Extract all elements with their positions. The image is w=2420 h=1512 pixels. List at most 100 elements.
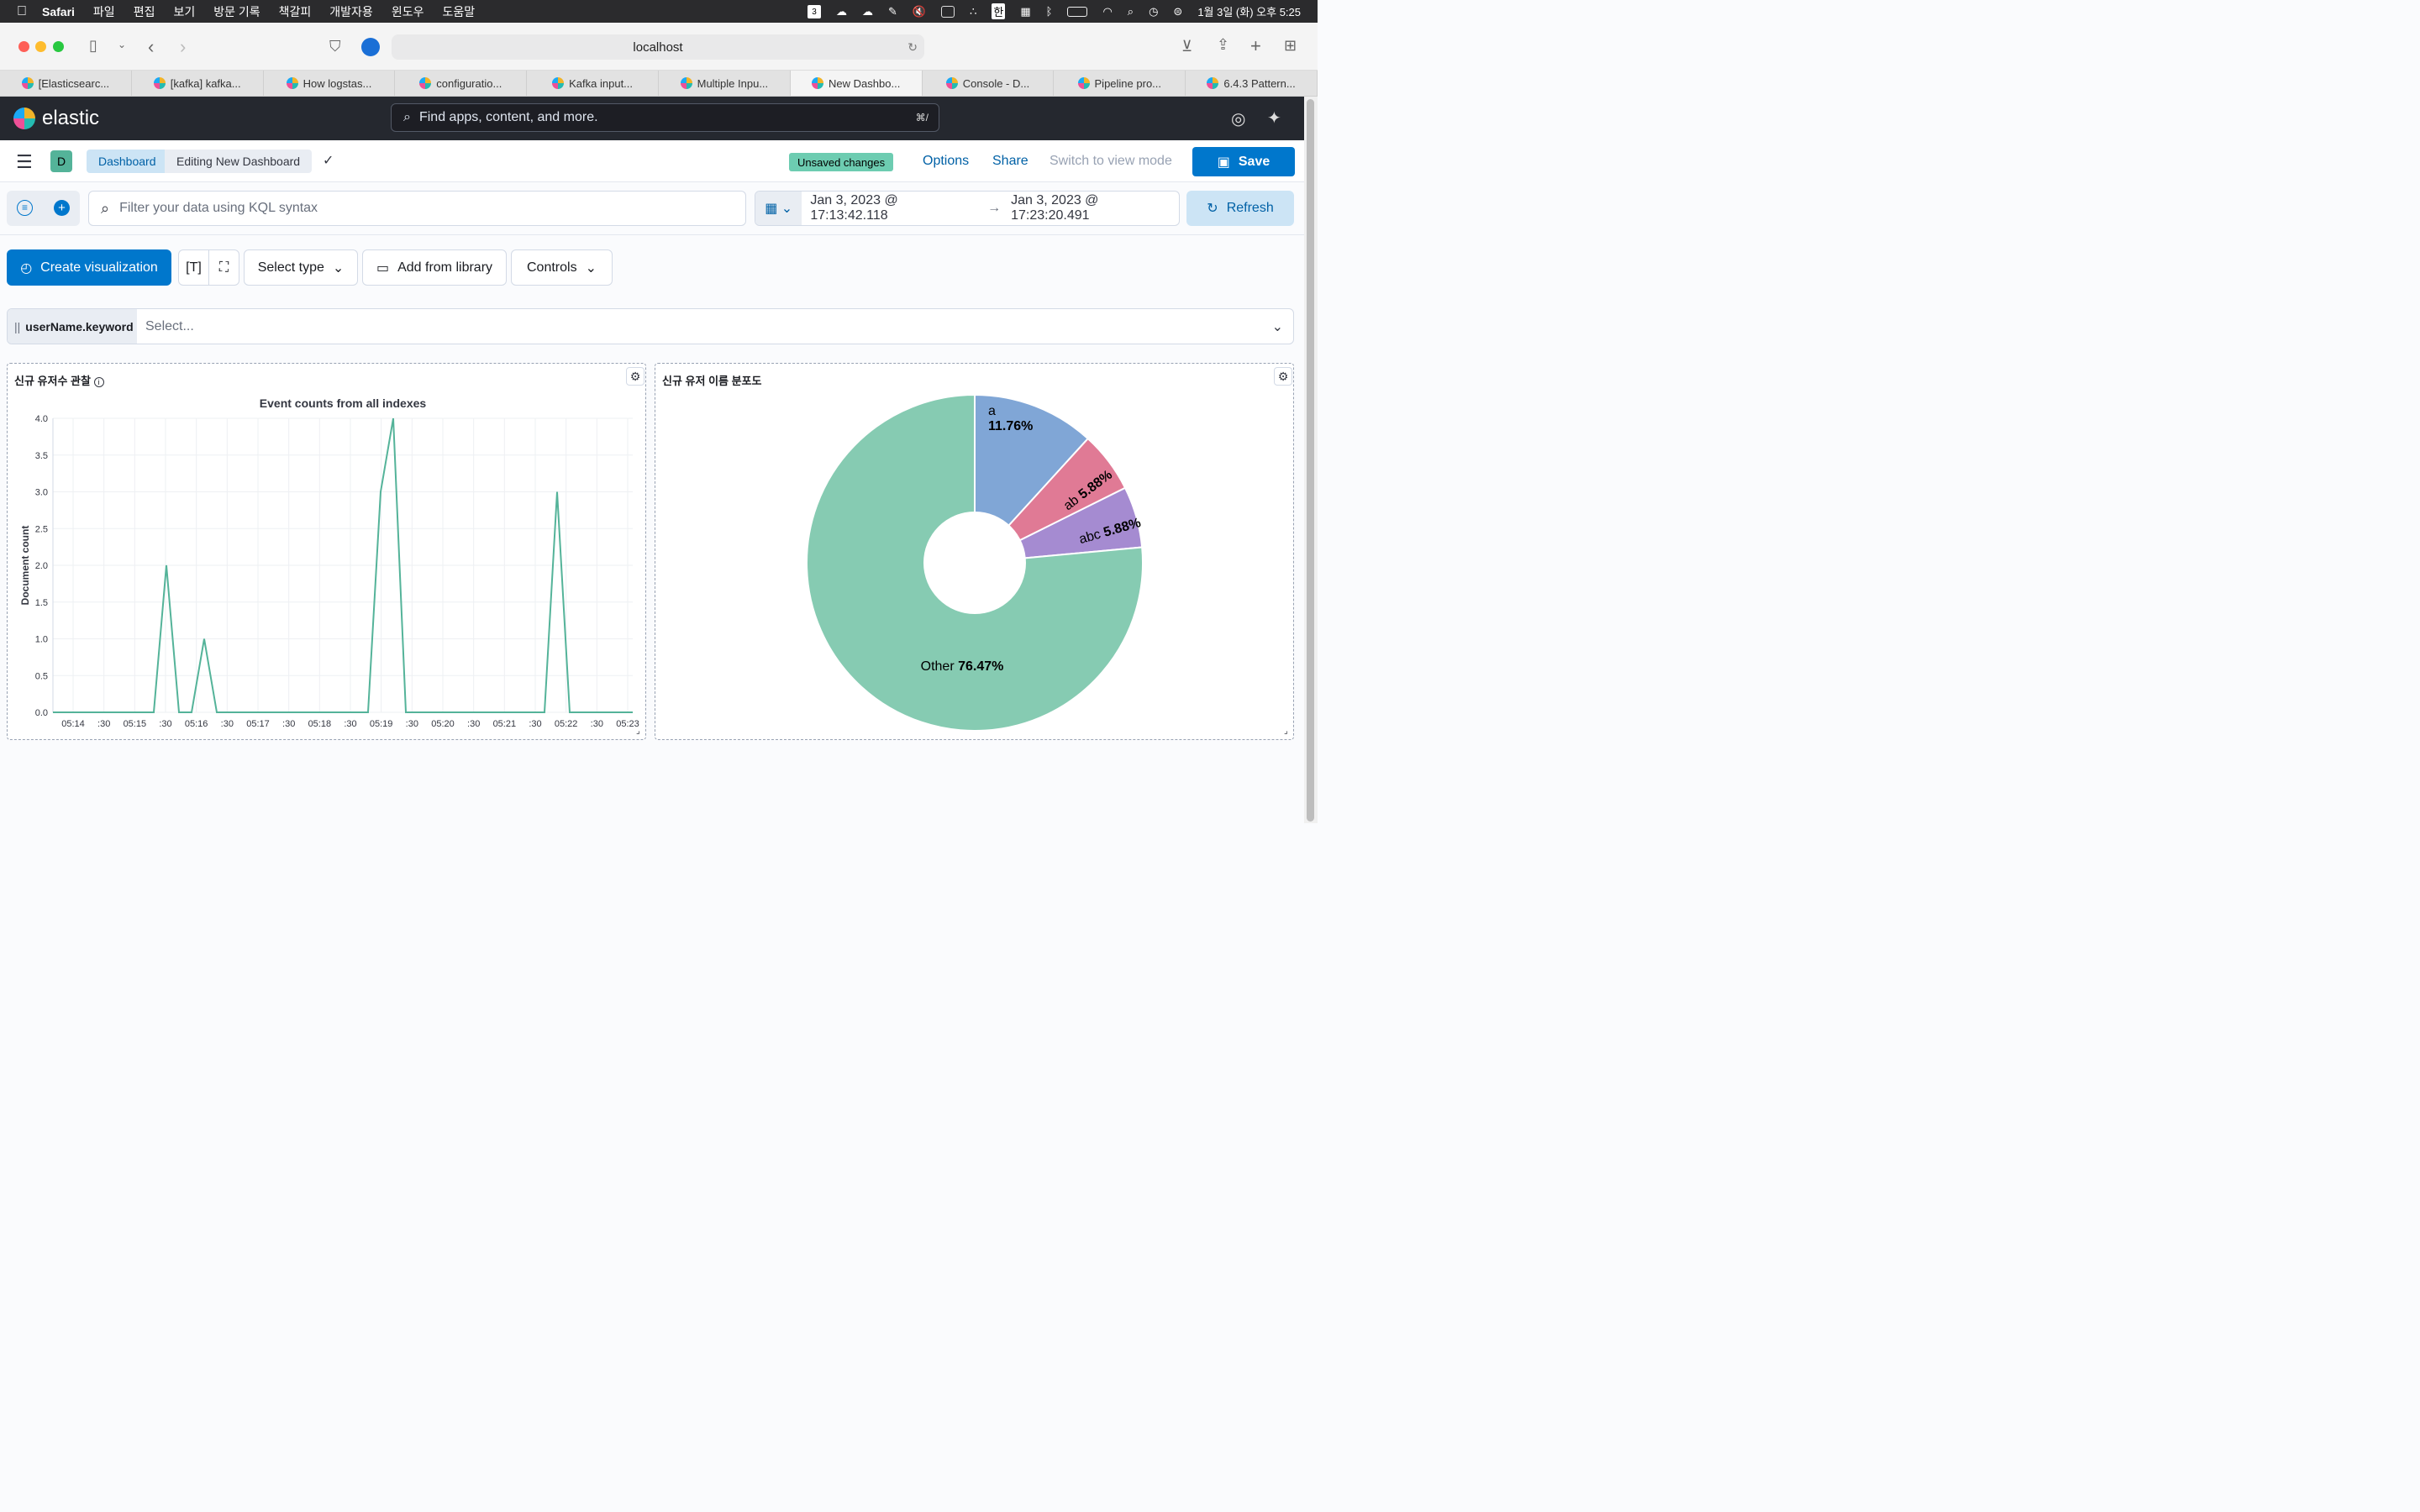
menu-item-bookmarks[interactable]: 책갈피 <box>279 3 312 20</box>
time-machine-icon[interactable]: ◷ <box>1149 5 1158 18</box>
zoom-window-button[interactable] <box>53 41 64 52</box>
kql-search-input[interactable]: ⌕ Filter your data using KQL syntax <box>88 191 746 226</box>
saved-query-icon[interactable]: ≡ <box>17 200 33 216</box>
control-field-name: userName.keyword <box>25 319 134 333</box>
reload-icon[interactable]: ↻ <box>908 40 918 55</box>
minimize-window-button[interactable] <box>35 41 46 52</box>
browser-tab[interactable]: Console - D... <box>923 71 1055 96</box>
browser-tab[interactable]: 6.4.3 Pattern... <box>1186 71 1318 96</box>
browser-tab[interactable]: configuratio... <box>395 71 528 96</box>
browser-tab[interactable]: [kafka] kafka... <box>132 71 264 96</box>
create-visualization-button[interactable]: ◴ Create visualization <box>7 249 171 286</box>
downloads-icon[interactable]: ⊻ <box>1181 38 1192 55</box>
menu-clock[interactable]: 1월 3일 (화) 오후 5:25 <box>1197 3 1301 19</box>
menu-item-view[interactable]: 보기 <box>173 3 195 20</box>
switch-view-mode-link[interactable]: Switch to view mode <box>1050 154 1172 169</box>
menu-app-name[interactable]: Safari <box>42 5 75 18</box>
menu-item-develop[interactable]: 개발자용 <box>329 3 373 20</box>
browser-tab[interactable]: New Dashbo... <box>790 71 923 96</box>
x-tick-label: :30 <box>467 719 480 729</box>
app-status-icon[interactable] <box>941 5 955 18</box>
add-from-library-button[interactable]: ▭ Add from library <box>362 249 507 286</box>
bluetooth-icon[interactable]: ᛒ <box>1046 5 1053 18</box>
spotlight-icon[interactable]: ⌕ <box>1128 5 1134 18</box>
select-type-button[interactable]: Select type ⌄ <box>244 249 358 286</box>
page-scrollbar-thumb[interactable] <box>1307 99 1314 822</box>
menu-item-history[interactable]: 방문 기록 <box>213 3 260 20</box>
x-tick-label: 05:21 <box>493 719 517 729</box>
back-icon[interactable]: ‹ <box>148 36 154 58</box>
breadcrumb-dashboard[interactable]: Dashboard <box>87 150 168 173</box>
unsaved-changes-badge: Unsaved changes <box>789 153 894 171</box>
news-feed-icon[interactable]: ✦ <box>1267 108 1281 129</box>
options-list-control[interactable]: || userName.keyword Select... ⌄ <box>7 308 1294 344</box>
sidebar-toggle-icon[interactable]: ▯ <box>89 37 97 55</box>
tab-label: 6.4.3 Pattern... <box>1223 76 1296 90</box>
tab-favicon-icon <box>153 77 166 89</box>
add-text-button[interactable]: [T] <box>178 249 209 286</box>
layout-icon[interactable]: ▦ <box>1020 5 1030 18</box>
forward-icon[interactable]: › <box>180 36 186 58</box>
y-axis-label: Document count <box>19 526 31 606</box>
privacy-shield-icon[interactable]: ⛉ <box>329 38 341 55</box>
browser-tab[interactable]: How logstas... <box>264 71 396 96</box>
browser-tab[interactable]: Pipeline pro... <box>1054 71 1186 96</box>
x-tick-label: :30 <box>97 719 110 729</box>
map-icon: ⛶ <box>218 260 229 275</box>
add-filter-icon[interactable]: + <box>54 200 70 216</box>
share-link[interactable]: Share <box>992 154 1028 169</box>
browser-tab[interactable]: Kafka input... <box>527 71 659 96</box>
pie-chart: a11.76%ab 5.88%abc 5.88%Other 76.47%⌟ <box>806 393 1288 736</box>
address-bar[interactable]: localhost ↻ <box>392 34 924 60</box>
help-icon[interactable]: ◎ <box>1231 108 1245 129</box>
refresh-button[interactable]: ↻ Refresh <box>1186 191 1294 226</box>
mute-icon[interactable]: 🔇 <box>913 5 926 18</box>
cloud-sync-icon[interactable]: ☁ <box>862 5 873 18</box>
slice-label-other: Other 76.47% <box>921 659 1004 674</box>
y-tick-label: 0.5 <box>35 671 48 681</box>
controls-button[interactable]: Controls ⌄ <box>511 249 613 286</box>
elastic-logo[interactable]: elastic <box>13 107 99 130</box>
menu-hamburger-icon[interactable]: ☰ <box>16 151 33 173</box>
tab-label: New Dashbo... <box>829 76 901 90</box>
global-search-input[interactable]: ⌕ Find apps, content, and more. ⌘/ <box>391 103 939 132</box>
apple-icon[interactable]:  <box>17 4 27 19</box>
create-visualization-label: Create visualization <box>40 260 158 275</box>
menu-item-file[interactable]: 파일 <box>93 3 115 20</box>
cloud-icon[interactable]: ☁ <box>836 5 847 18</box>
new-tab-icon[interactable]: + <box>1250 35 1261 57</box>
search-shortcut: ⌘/ <box>915 112 929 123</box>
browser-tab[interactable]: [Elasticsearc... <box>0 71 132 96</box>
options-link[interactable]: Options <box>923 154 969 169</box>
menu-item-window[interactable]: 윈도우 <box>392 3 424 20</box>
calendar-icon[interactable]: 3 <box>808 4 821 18</box>
drag-handle-icon[interactable]: || <box>14 320 20 333</box>
tab-favicon-icon <box>21 77 34 89</box>
tab-label: Pipeline pro... <box>1094 76 1162 90</box>
save-button[interactable]: ▣ Save <box>1192 147 1295 176</box>
chevron-down-icon[interactable]: ⌄ <box>118 39 126 50</box>
extension-icon[interactable] <box>361 38 380 56</box>
search-icon: ⌕ <box>403 110 411 124</box>
chart-title: Event counts from all indexes <box>260 396 427 410</box>
dots-icon[interactable]: ∴ <box>970 5 976 18</box>
menu-item-help[interactable]: 도움말 <box>442 3 475 20</box>
calendar-quick-menu-icon[interactable]: ▦ ⌄ <box>755 192 802 225</box>
space-avatar[interactable]: D <box>50 150 72 172</box>
date-end[interactable]: Jan 3, 2023 @ 17:23:20.491 <box>1011 193 1179 223</box>
share-icon[interactable]: ⇪ <box>1217 36 1229 54</box>
wifi-icon[interactable]: ◠ <box>1102 5 1112 18</box>
control-center-icon[interactable]: ⊜ <box>1173 5 1182 18</box>
battery-icon[interactable] <box>1067 6 1088 17</box>
breadcrumb-editing: Editing New Dashboard <box>165 150 313 173</box>
close-window-button[interactable] <box>18 41 29 52</box>
date-start[interactable]: Jan 3, 2023 @ 17:13:42.118 <box>810 193 977 223</box>
y-tick-label: 2.0 <box>35 561 48 571</box>
add-map-button[interactable]: ⛶ <box>208 249 239 286</box>
pen-icon[interactable]: ✎ <box>888 5 897 18</box>
menu-item-edit[interactable]: 편집 <box>134 3 155 20</box>
input-method-indicator[interactable]: 한 <box>992 3 1006 19</box>
tab-overview-icon[interactable]: ⊞ <box>1284 37 1297 55</box>
save-title-check-icon[interactable]: ✓ <box>323 152 334 169</box>
browser-tab[interactable]: Multiple Inpu... <box>659 71 791 96</box>
